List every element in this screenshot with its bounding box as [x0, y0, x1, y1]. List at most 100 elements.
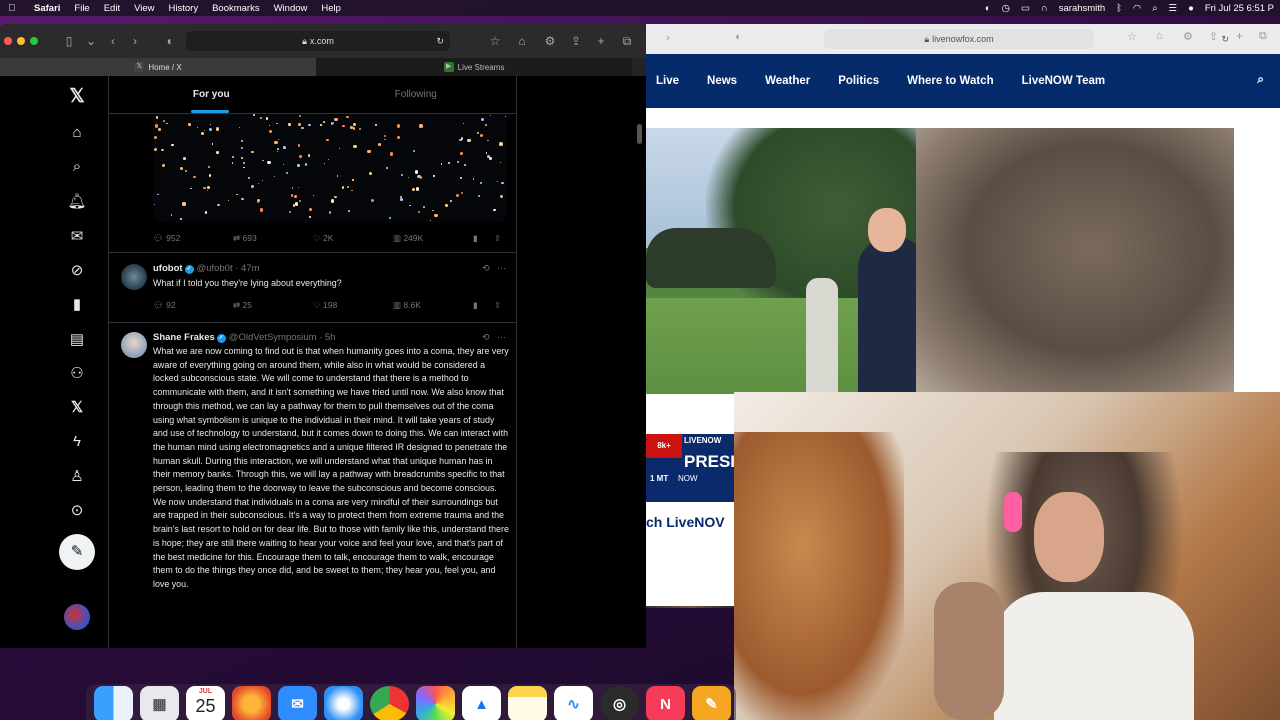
clock-history-icon[interactable]: ◷: [1002, 3, 1010, 14]
bookmark-star-icon[interactable]: ☆: [484, 34, 506, 48]
home-page-icon[interactable]: ⌂: [1156, 30, 1163, 42]
verified-orgs-icon[interactable]: ϟ: [60, 431, 94, 453]
reload-icon[interactable]: ↻: [1221, 34, 1229, 45]
back-icon[interactable]: ‹: [102, 34, 124, 48]
username[interactable]: sarahsmith: [1059, 3, 1105, 14]
home-page-icon[interactable]: ⌂: [511, 34, 533, 48]
calendar-icon[interactable]: JUL 25: [186, 686, 225, 720]
views-button[interactable]: ▥ 249K: [393, 233, 423, 244]
notifications-icon[interactable]: 🔔︎: [60, 191, 94, 213]
minimize-window-button[interactable]: [17, 37, 25, 45]
hero-video-image[interactable]: [646, 128, 1234, 394]
apple-icon[interactable]: : [8, 3, 20, 14]
photos-icon[interactable]: [416, 686, 455, 720]
share-icon[interactable]: ⇪: [565, 34, 587, 48]
shield-icon[interactable]: ◖: [158, 34, 180, 48]
menu-help[interactable]: Help: [321, 3, 341, 14]
search-icon[interactable]: ⌕: [1257, 72, 1264, 87]
tab-for-you[interactable]: For you: [109, 76, 314, 113]
tab-live-streams[interactable]: ▶ Live Streams: [316, 58, 632, 76]
nav-livenow-team[interactable]: LiveNOW Team: [1022, 75, 1106, 87]
reply-button[interactable]: 💬︎ 952: [153, 233, 180, 244]
post-author[interactable]: ufobot ✓ @ufob0t · 47m: [153, 263, 260, 274]
bookmark-icon[interactable]: ▮: [473, 233, 478, 244]
views-button[interactable]: ▥ 8.6K: [393, 300, 421, 311]
messages-icon[interactable]: ✉: [60, 226, 94, 248]
share-icon[interactable]: ⇪: [1209, 30, 1218, 43]
sidebar-icon[interactable]: ▯: [58, 34, 80, 48]
share-icon[interactable]: ⇪: [494, 233, 501, 244]
notes-icon[interactable]: [508, 686, 547, 720]
mail-icon[interactable]: ✉: [278, 686, 317, 720]
more-options-icon[interactable]: ⟲ ···: [482, 332, 506, 343]
obs-icon[interactable]: ◎: [600, 686, 639, 720]
chrome-icon[interactable]: [370, 686, 409, 720]
safari-icon[interactable]: [324, 686, 363, 720]
news-icon[interactable]: N: [646, 686, 685, 720]
pages-icon[interactable]: ✎: [692, 686, 731, 720]
account-avatar[interactable]: [64, 604, 90, 630]
forward-icon[interactable]: ›: [666, 32, 670, 44]
shield-icon[interactable]: ◖: [734, 31, 741, 43]
bookmark-star-icon[interactable]: ☆: [1127, 30, 1137, 43]
wifi-icon[interactable]: ◠: [1133, 3, 1141, 14]
menu-view[interactable]: View: [134, 3, 154, 14]
close-window-button[interactable]: [4, 37, 12, 45]
compose-post-button[interactable]: ✎: [59, 534, 95, 570]
forward-icon[interactable]: ›: [124, 34, 146, 48]
tab-overview-icon[interactable]: ⧉: [616, 34, 638, 49]
bookmark-icon[interactable]: ▮: [473, 300, 478, 311]
menu-bookmarks[interactable]: Bookmarks: [212, 3, 260, 14]
jobs-icon[interactable]: ▤: [60, 329, 94, 351]
menu-app[interactable]: Safari: [34, 3, 60, 14]
freeform-icon[interactable]: ∿: [554, 686, 593, 720]
x-logo-icon[interactable]: 𝕏: [60, 86, 94, 108]
avatar[interactable]: [121, 264, 147, 290]
gear-icon[interactable]: ⚙: [539, 34, 561, 48]
news-ticker-thumbnail[interactable]: 8k+ LIVENOW PRESID 1 MT NOW: [646, 434, 734, 502]
menu-file[interactable]: File: [74, 3, 89, 14]
like-button[interactable]: ♡ 2K: [313, 233, 333, 244]
post-media-image[interactable]: [153, 114, 507, 223]
new-tab-icon[interactable]: +: [1236, 29, 1243, 43]
bookmarks-icon[interactable]: ▮: [60, 294, 94, 316]
video-thumbnail[interactable]: [646, 606, 734, 608]
launchpad-icon[interactable]: ▦: [140, 686, 179, 720]
avatar[interactable]: [121, 332, 147, 358]
tab-overview-icon[interactable]: ⧉: [1259, 30, 1267, 43]
post-author[interactable]: Shane Frakes ✓ @OldVetSymposium · 5h: [153, 332, 336, 343]
finder-icon[interactable]: [94, 686, 133, 720]
more-options-icon[interactable]: ⟲ ···: [482, 263, 506, 274]
like-button[interactable]: ♡ 198: [313, 300, 337, 311]
datetime[interactable]: Fri Jul 25 6:51 P: [1205, 3, 1274, 14]
search-icon[interactable]: ⌕: [60, 156, 94, 178]
menu-history[interactable]: History: [169, 3, 199, 14]
address-bar[interactable]: 🔒︎ livenowfox.com ↻: [824, 29, 1229, 49]
siri-icon[interactable]: ●: [1188, 3, 1194, 14]
menu-edit[interactable]: Edit: [104, 3, 120, 14]
control-center-icon[interactable]: ☰: [1169, 3, 1178, 14]
share-icon[interactable]: ⇪: [494, 300, 501, 311]
new-tab-icon[interactable]: +: [590, 34, 612, 48]
chevron-down-icon[interactable]: ⌄: [80, 34, 102, 48]
screen-icon[interactable]: ▭: [1021, 3, 1030, 14]
gear-icon[interactable]: ⚙: [1183, 30, 1193, 43]
firefox-icon[interactable]: [232, 686, 271, 720]
communities-icon[interactable]: ⚇: [60, 363, 94, 385]
spotlight-icon[interactable]: ⌕: [1152, 3, 1157, 14]
repost-button[interactable]: ⇄ 693: [233, 233, 257, 244]
drive-icon[interactable]: ▲: [462, 686, 501, 720]
nav-news[interactable]: News: [707, 75, 737, 87]
premium-icon[interactable]: 𝕏: [60, 397, 94, 419]
tab-home-x[interactable]: 𝕏 Home / X: [0, 58, 316, 76]
nav-weather[interactable]: Weather: [765, 75, 810, 87]
home-icon[interactable]: ⌂: [60, 122, 94, 144]
nav-where-to-watch[interactable]: Where to Watch: [907, 75, 993, 87]
tab-following[interactable]: Following: [314, 76, 517, 113]
nav-politics[interactable]: Politics: [838, 75, 879, 87]
bluetooth-icon[interactable]: ᛒ: [1116, 3, 1122, 14]
reload-icon[interactable]: ↻: [436, 36, 444, 47]
reply-button[interactable]: 💬︎ 92: [153, 300, 176, 311]
zoom-window-button[interactable]: [30, 37, 38, 45]
menu-window[interactable]: Window: [274, 3, 308, 14]
